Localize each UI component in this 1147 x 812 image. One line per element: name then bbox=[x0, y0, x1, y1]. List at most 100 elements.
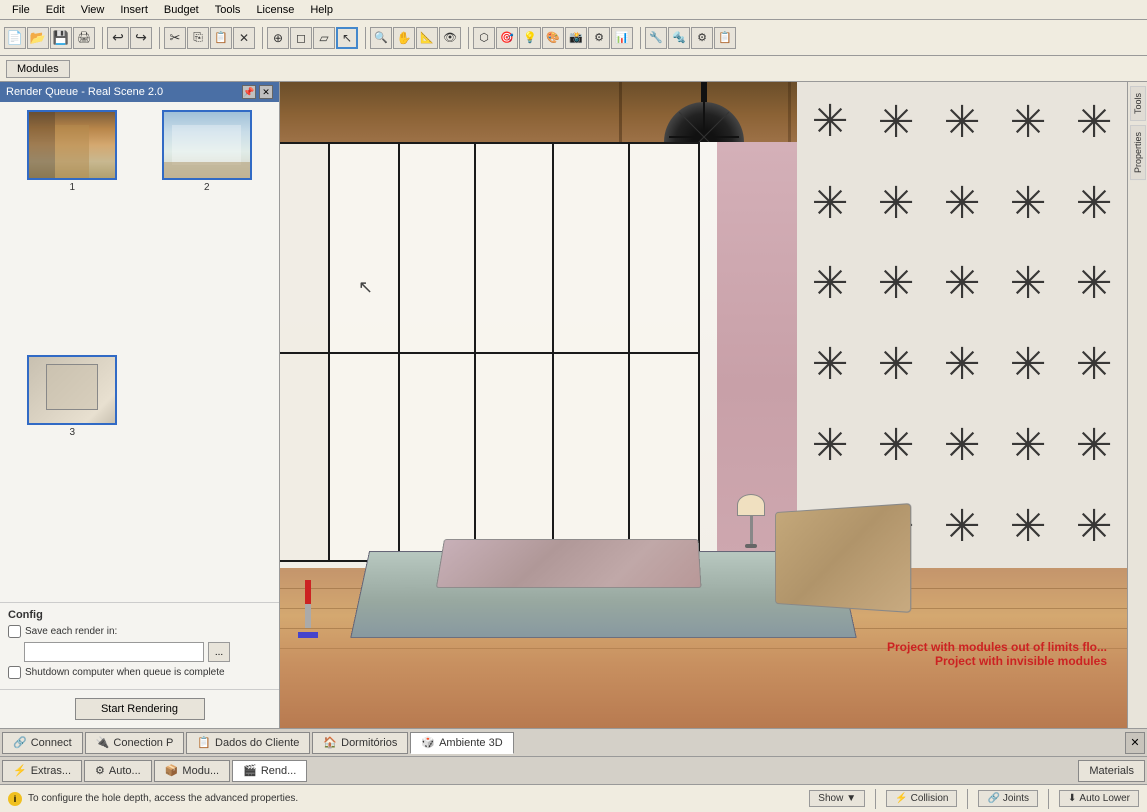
wardrobe-panel-2 bbox=[328, 142, 400, 562]
undo-button[interactable]: ↩ bbox=[107, 27, 129, 49]
joints-button[interactable]: 🔗 Joints bbox=[978, 790, 1038, 807]
thumbnail-item-2[interactable]: 2 bbox=[143, 110, 272, 349]
materials-tab[interactable]: Materials bbox=[1078, 760, 1145, 782]
statusbar: i To configure the hole depth, access th… bbox=[0, 784, 1147, 812]
rend-icon: 🎬 bbox=[243, 764, 257, 777]
statusbar-sep-3 bbox=[1048, 789, 1049, 809]
tab-dorm-label: Dormitórios bbox=[341, 737, 397, 749]
bottom-tab-extras[interactable]: ⚡ Extras... bbox=[2, 760, 82, 782]
thumbnail-image-1[interactable] bbox=[27, 110, 117, 180]
joints-icon: 🔗 bbox=[987, 793, 999, 804]
delete-button[interactable]: ✕ bbox=[233, 27, 255, 49]
save-render-label: Save each render in: bbox=[25, 626, 117, 637]
new-button[interactable]: 📄 bbox=[4, 27, 26, 49]
scene-background: ✳ ✳ ✳ ✳ ✳ ✳ ✳ ✳ ✳ ✳ ✳ ✳ ✳ ✳ ✳ bbox=[280, 82, 1127, 728]
render-btn2[interactable]: 🎯 bbox=[496, 27, 518, 49]
tab-ambiente[interactable]: 🎲 Ambiente 3D bbox=[410, 732, 513, 754]
toolbar-separator-3 bbox=[259, 27, 263, 49]
print-button[interactable]: 🖨 bbox=[73, 27, 95, 49]
menu-tools[interactable]: Tools bbox=[207, 2, 249, 18]
menu-file[interactable]: File bbox=[4, 2, 38, 18]
toolbar-separator-4 bbox=[362, 27, 366, 49]
modu-label: Modu... bbox=[182, 765, 219, 777]
collision-button[interactable]: ⚡ Collision bbox=[886, 790, 957, 807]
tool4-button[interactable]: ↖ bbox=[336, 27, 358, 49]
pan-button[interactable]: ✋ bbox=[393, 27, 415, 49]
rend-label: Rend... bbox=[261, 765, 296, 777]
toolbar-group-edit: ↩ ↪ bbox=[107, 27, 152, 49]
extra-btn4[interactable]: 📋 bbox=[714, 27, 736, 49]
collision-icon: ⚡ bbox=[895, 793, 907, 804]
tab-close-button[interactable]: ✕ bbox=[1125, 732, 1145, 754]
render-btn1[interactable]: ⬡ bbox=[473, 27, 495, 49]
menu-help[interactable]: Help bbox=[302, 2, 341, 18]
tab-dormitorios[interactable]: 🏠 Dormitórios bbox=[312, 732, 408, 754]
thumbnail-item-1[interactable]: 1 bbox=[8, 110, 137, 349]
redo-button[interactable]: ↪ bbox=[130, 27, 152, 49]
lamp bbox=[737, 494, 765, 548]
menu-edit[interactable]: Edit bbox=[38, 2, 73, 18]
save-render-checkbox[interactable] bbox=[8, 625, 21, 638]
menu-view[interactable]: View bbox=[73, 2, 113, 18]
cut-button[interactable]: ✂ bbox=[164, 27, 186, 49]
star-29: ✳ bbox=[995, 486, 1061, 567]
auto-icon: ⚙ bbox=[95, 764, 105, 777]
extra-btn1[interactable]: 🔧 bbox=[645, 27, 667, 49]
tab-connection-p[interactable]: 🔌 Conection P bbox=[85, 732, 185, 754]
save-button[interactable]: 💾 bbox=[50, 27, 72, 49]
wardrobe-divider-1a bbox=[280, 352, 328, 354]
extra-btn3[interactable]: ⚙ bbox=[691, 27, 713, 49]
tool2-button[interactable]: ◻ bbox=[290, 27, 312, 49]
panel-close-button[interactable]: ✕ bbox=[259, 85, 273, 99]
bottom-tab-rend[interactable]: 🎬 Rend... bbox=[232, 760, 307, 782]
open-button[interactable]: 📂 bbox=[27, 27, 49, 49]
properties-panel-label[interactable]: Properties bbox=[1130, 125, 1146, 180]
render-btn7[interactable]: 📊 bbox=[611, 27, 633, 49]
save-path-row: ... bbox=[24, 642, 271, 662]
thumbnail-image-3[interactable] bbox=[27, 355, 117, 425]
show-button[interactable]: Show ▼ bbox=[809, 790, 865, 807]
tabbar: 🔗 Connect 🔌 Conection P 📋 Dados do Clien… bbox=[0, 728, 1147, 756]
thumbnail-image-2[interactable] bbox=[162, 110, 252, 180]
bottom-tab-auto[interactable]: ⚙ Auto... bbox=[84, 760, 152, 782]
bottom-panel: ⚡ Extras... ⚙ Auto... 📦 Modu... 🎬 Rend..… bbox=[0, 756, 1147, 784]
tab-dados[interactable]: 📋 Dados do Cliente bbox=[186, 732, 310, 754]
browse-button[interactable]: ... bbox=[208, 642, 230, 662]
tool1-button[interactable]: ⊕ bbox=[267, 27, 289, 49]
tab-connect[interactable]: 🔗 Connect bbox=[2, 732, 83, 754]
shutdown-checkbox[interactable] bbox=[8, 666, 21, 679]
measure-button[interactable]: 📐 bbox=[416, 27, 438, 49]
bed-cushion bbox=[775, 503, 911, 613]
thumbnail-label-2: 2 bbox=[204, 182, 210, 193]
render-btn6[interactable]: ⚙ bbox=[588, 27, 610, 49]
save-render-row: Save each render in: bbox=[8, 625, 271, 638]
star-5: ✳ bbox=[1061, 82, 1127, 163]
start-rendering-button[interactable]: Start Rendering bbox=[75, 698, 205, 720]
bottom-tab-modu[interactable]: 📦 Modu... bbox=[154, 760, 230, 782]
copy-button[interactable]: ⎘ bbox=[187, 27, 209, 49]
tools-panel-label[interactable]: Tools bbox=[1130, 86, 1146, 121]
star-7: ✳ bbox=[863, 163, 929, 244]
wardrobe-panel-3 bbox=[398, 142, 476, 562]
view3d-button[interactable]: 👁 bbox=[439, 27, 461, 49]
panel-pin-button[interactable]: 📌 bbox=[242, 85, 256, 99]
menu-insert[interactable]: Insert bbox=[112, 2, 156, 18]
zoom-button[interactable]: 🔍 bbox=[370, 27, 392, 49]
render-btn4[interactable]: 🎨 bbox=[542, 27, 564, 49]
menu-license[interactable]: License bbox=[248, 2, 302, 18]
render-btn5[interactable]: 📸 bbox=[565, 27, 587, 49]
auto-lower-button[interactable]: ⬇ Auto Lower bbox=[1059, 790, 1139, 807]
statusbar-info-text: To configure the hole depth, access the … bbox=[28, 793, 413, 804]
star-8: ✳ bbox=[929, 163, 995, 244]
modules-button[interactable]: Modules bbox=[6, 60, 70, 78]
thumbnail-item-3[interactable]: 3 bbox=[8, 355, 137, 594]
paste-button[interactable]: 📋 bbox=[210, 27, 232, 49]
tool3-button[interactable]: ▱ bbox=[313, 27, 335, 49]
extra-btn2[interactable]: 🔩 bbox=[668, 27, 690, 49]
wardrobe-panel-6 bbox=[628, 142, 700, 562]
save-path-input[interactable] bbox=[24, 642, 204, 662]
viewport[interactable]: ✳ ✳ ✳ ✳ ✳ ✳ ✳ ✳ ✳ ✳ ✳ ✳ ✳ ✳ ✳ bbox=[280, 82, 1127, 728]
render-btn3[interactable]: 💡 bbox=[519, 27, 541, 49]
nav-arrow-gray bbox=[305, 604, 311, 628]
menu-budget[interactable]: Budget bbox=[156, 2, 207, 18]
